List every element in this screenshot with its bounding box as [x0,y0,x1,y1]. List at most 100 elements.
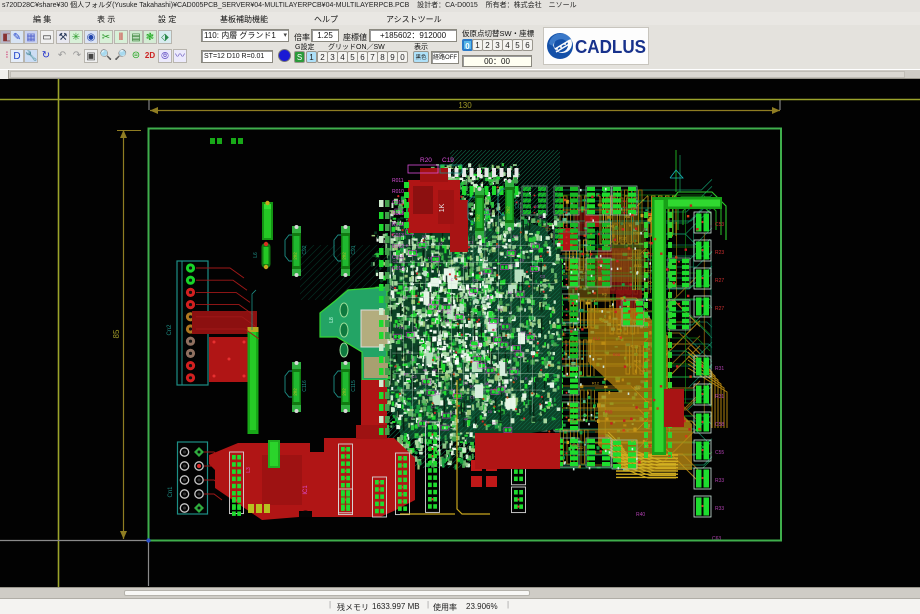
svg-text:10: 10 [469,384,474,389]
svg-text:R12: R12 [646,251,654,256]
svg-text:R12: R12 [593,336,601,341]
svg-text:202: 202 [342,388,347,396]
svg-text:C3: C3 [513,233,519,238]
svg-text:10: 10 [534,204,539,209]
svg-text:R6: R6 [609,304,615,309]
svg-text:C57: C57 [515,199,521,208]
svg-text:R08: R08 [607,224,615,229]
svg-text:R: R [525,376,528,381]
svg-text:C55: C55 [715,450,724,456]
svg-text:R33: R33 [715,506,724,512]
svg-text:R27: R27 [715,278,724,284]
svg-text:C22: C22 [605,243,613,248]
svg-text:R012: R012 [392,222,404,228]
svg-text:IC1: IC1 [303,485,309,495]
svg-text:C1: C1 [521,330,527,335]
svg-text:202: 202 [342,252,347,260]
svg-text:4K: 4K [433,368,438,373]
svg-text:C115: C115 [351,380,357,392]
svg-text:R011: R011 [392,178,404,184]
svg-text:C015: C015 [392,200,404,206]
svg-text:R12: R12 [634,263,642,268]
svg-text:C1: C1 [451,387,457,392]
svg-text:10: 10 [520,257,525,262]
svg-text:C013: C013 [392,233,404,239]
svg-text:C3: C3 [540,274,546,279]
svg-text:4K: 4K [446,310,451,315]
svg-text:R12: R12 [645,443,653,448]
svg-text:C3: C3 [487,294,493,299]
svg-text:C1: C1 [468,240,474,245]
svg-text:4K: 4K [423,367,428,372]
svg-text:R23: R23 [715,250,724,256]
svg-text:R: R [406,243,409,248]
svg-text:C3: C3 [492,421,498,426]
svg-text:C3: C3 [473,278,479,283]
svg-text:C: C [391,285,394,290]
svg-text:202: 202 [506,206,511,214]
svg-text:R12: R12 [619,235,627,240]
svg-text:R12: R12 [592,381,600,386]
svg-text:C: C [505,391,508,396]
svg-text:C013: C013 [392,266,404,272]
svg-text:R12: R12 [634,385,642,390]
svg-text:C1: C1 [435,391,441,396]
svg-text:C53: C53 [715,222,724,228]
svg-text:C3: C3 [539,215,545,220]
svg-text:R40: R40 [636,512,645,518]
svg-text:C22: C22 [644,269,652,274]
svg-text:10: 10 [488,409,493,414]
svg-text:R33: R33 [715,478,724,484]
svg-text:C3: C3 [463,380,469,385]
svg-text:C: C [479,244,482,249]
svg-text:C3: C3 [412,374,418,379]
svg-text:R1: R1 [478,342,484,347]
svg-text:202: 202 [293,388,298,396]
svg-text:Cn1: Cn1 [168,486,174,498]
svg-text:10: 10 [422,234,427,239]
svg-text:L8: L8 [329,317,335,323]
svg-text:4K: 4K [438,241,443,246]
svg-text:C116: C116 [302,380,308,392]
svg-text:L3: L3 [246,467,252,473]
svg-text:C: C [411,415,414,420]
svg-text:R: R [414,326,417,331]
svg-text:10: 10 [436,354,441,359]
svg-text:4K: 4K [464,416,469,421]
svg-text:R1: R1 [399,325,405,330]
svg-text:C: C [451,277,454,282]
svg-text:C3: C3 [511,263,517,268]
svg-text:C91: C91 [351,245,357,254]
svg-text:R1: R1 [498,307,504,312]
svg-text:202: 202 [476,214,481,222]
svg-text:C: C [412,357,415,362]
svg-text:85: 85 [112,329,121,338]
svg-text:Cn2: Cn2 [167,324,173,336]
svg-text:10: 10 [508,290,513,295]
svg-text:R010: R010 [392,189,404,195]
svg-text:C1: C1 [470,395,476,400]
svg-text:C19: C19 [442,157,454,164]
svg-text:C22: C22 [576,445,584,450]
svg-text:C: C [447,296,450,301]
svg-text:R31: R31 [715,394,724,400]
svg-text:10: 10 [445,319,450,324]
svg-text:R08: R08 [613,352,621,357]
svg-text:R12: R12 [609,194,617,199]
svg-text:C1: C1 [431,404,437,409]
svg-text:R012: R012 [392,244,404,250]
svg-text:L6: L6 [253,252,259,258]
svg-text:4K: 4K [485,381,490,386]
svg-text:C37: C37 [485,207,491,216]
svg-text:R: R [395,324,398,329]
svg-text:R31: R31 [715,366,724,372]
svg-text:R08: R08 [631,206,639,211]
svg-text:R08: R08 [644,325,652,330]
svg-text:C22: C22 [598,434,606,439]
svg-text:C013: C013 [392,211,404,217]
svg-text:R08: R08 [631,438,639,443]
svg-text:R08: R08 [598,265,606,270]
svg-text:R08: R08 [633,231,641,236]
svg-text:R20: R20 [420,157,432,164]
svg-text:C22: C22 [569,418,577,423]
